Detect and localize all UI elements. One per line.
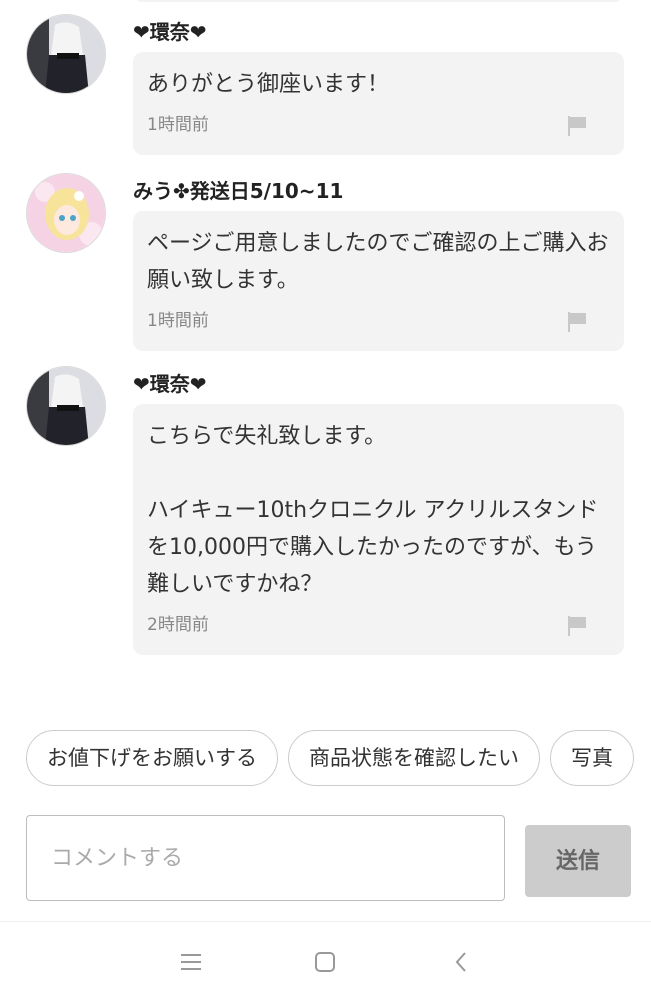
avatar-illustration-icon[interactable]: [26, 173, 106, 253]
comment-time: 1時間前: [147, 311, 209, 331]
comment-time: 1時間前: [147, 115, 209, 135]
back-chevron-icon[interactable]: [449, 949, 475, 975]
report-flag-icon[interactable]: [566, 115, 588, 137]
comment-input-row: 送信: [26, 815, 651, 901]
comment-username[interactable]: ❤環奈❤: [133, 370, 207, 398]
comment-time: 2時間前: [147, 615, 209, 635]
previous-bubble-edge: [133, 0, 624, 2]
avatar-photo-icon[interactable]: [26, 366, 106, 446]
comment-message: ページご用意しましたのでご確認の上ご購入お願い致します。: [147, 231, 609, 293]
menu-icon[interactable]: [178, 949, 204, 975]
comment-message: ありがとう御座います！: [147, 72, 390, 97]
comment-bubble: こちらで失礼致します。 ハイキュー10thクロニクル アクリルスタンド を10,…: [133, 404, 624, 655]
comment-bubble: ありがとう御座います！ 1時間前: [133, 52, 624, 155]
home-square-icon[interactable]: [312, 949, 338, 975]
avatar-photo-icon[interactable]: [26, 14, 106, 94]
comment-input[interactable]: [26, 815, 505, 901]
comment-meta: 1時間前: [147, 307, 610, 335]
quick-reply-bar: お値下げをお願いする 商品状態を確認したい 写真: [26, 730, 651, 788]
comment-meta: 2時間前: [147, 611, 610, 639]
report-flag-icon[interactable]: [566, 311, 588, 333]
system-nav-bar: [0, 921, 651, 999]
report-flag-icon[interactable]: [566, 615, 588, 637]
send-button[interactable]: 送信: [525, 825, 631, 897]
comment-username[interactable]: ❤環奈❤: [133, 18, 207, 46]
comment-message: こちらで失礼致します。 ハイキュー10thクロニクル アクリルスタンド を10,…: [147, 424, 599, 597]
comment-username[interactable]: みう✤発送日5/10~11: [133, 177, 343, 205]
comment-screen: ❤環奈❤ ありがとう御座います！ 1時間前 みう✤発送日5/10~11 ページご…: [0, 0, 651, 999]
quick-reply-photo[interactable]: 写真: [550, 730, 634, 786]
quick-reply-price-down[interactable]: お値下げをお願いする: [26, 730, 278, 786]
quick-reply-condition[interactable]: 商品状態を確認したい: [288, 730, 540, 786]
comment-meta: 1時間前: [147, 111, 610, 139]
comment-bubble: ページご用意しましたのでご確認の上ご購入お願い致します。 1時間前: [133, 211, 624, 351]
